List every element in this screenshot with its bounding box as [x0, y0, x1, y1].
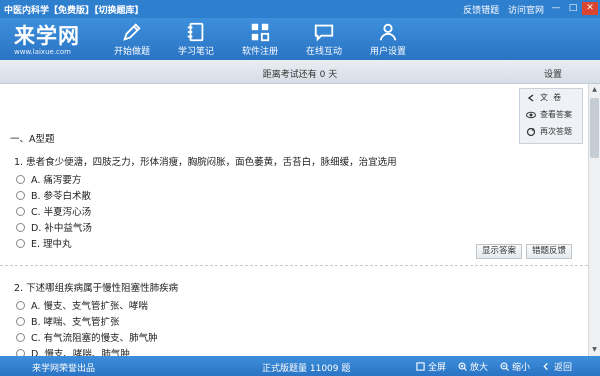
option-label: D. 补中益气汤: [31, 223, 92, 234]
question-stem: 1. 患者食少便溏，四肢乏力，形体消瘦，胸脘闷胀，面色萎黄，舌苔白，脉细缓，治宜…: [14, 157, 397, 168]
option-label: C. 半夏泻心汤: [31, 207, 92, 218]
chat-icon: [314, 24, 334, 42]
show-answer-button[interactable]: 显示答案: [475, 244, 522, 259]
radio-button[interactable]: [16, 348, 25, 356]
grid-icon: [251, 23, 270, 42]
logo: 来学网 www.laixue.com: [14, 20, 80, 56]
button-label: 放大: [469, 363, 488, 373]
radio-button[interactable]: [16, 190, 25, 200]
option-label: E. 理中丸: [31, 239, 72, 250]
option-c[interactable]: C. 有气流阻塞的慢支、肺气肿: [16, 329, 178, 345]
section-title: 一、A型题: [10, 134, 55, 145]
option-a[interactable]: A. 慢支、支气管扩张、哮喘: [16, 297, 178, 313]
button-label: 全屏: [427, 363, 446, 373]
button-label: 返回: [553, 363, 572, 373]
main-nav: 开始做题 学习笔记 软件注册 在线互动 用户设置: [100, 18, 420, 60]
return-icon: [527, 93, 534, 102]
retry-tool[interactable]: 再次答题: [520, 123, 582, 140]
feedback-error-link[interactable]: 反馈错题: [463, 6, 499, 16]
option-label: C. 有气流阻塞的慢支、肺气肿: [31, 333, 158, 344]
return-paper-tool[interactable]: 文 卷: [520, 89, 582, 106]
question-content: 一、A型题 1. 患者食少便溏，四肢乏力，形体消瘦，胸脘闷胀，面色萎黄，舌苔白，…: [0, 84, 588, 356]
option-b[interactable]: B. 参苓白术散: [16, 187, 397, 203]
option-e[interactable]: E. 理中丸: [16, 235, 397, 251]
nav-user-settings[interactable]: 用户设置: [356, 18, 420, 60]
radio-button[interactable]: [16, 174, 25, 184]
question-2: 2. 下述哪组疾病属于慢性阻塞性肺疾病 A. 慢支、支气管扩张、哮喘 B. 哮喘…: [14, 280, 178, 356]
maximize-button[interactable]: □: [565, 2, 581, 15]
radio-button[interactable]: [16, 316, 25, 326]
zoom-out-icon: [500, 362, 509, 371]
option-label: D. 慢支、哮喘、肺气肿: [31, 349, 130, 356]
scroll-up-icon[interactable]: ▲: [589, 84, 600, 96]
vendor-text: 来学网荣誉出品: [32, 364, 96, 374]
close-button[interactable]: ✕: [582, 2, 598, 15]
nav-label: 在线互动: [305, 47, 342, 57]
minimize-button[interactable]: —: [548, 2, 564, 15]
app-header: 来学网 www.laixue.com 开始做题 学习笔记 软件注册 在线互动 用…: [0, 18, 600, 60]
question-count: 正式版题量 11009 题: [262, 364, 351, 374]
bottom-controls: 全屏 放大 缩小 返回: [404, 360, 572, 373]
question-1: 1. 患者食少便溏，四肢乏力，形体消瘦，胸脘闷胀，面色萎黄，舌苔白，脉细缓，治宜…: [14, 154, 397, 251]
question-stem: 2. 下述哪组疾病属于慢性阻塞性肺疾病: [14, 283, 179, 294]
exam-countdown: 距离考试还有 0 天: [262, 70, 338, 80]
title-bar: 中医内科学【免费版】【切换题库】 反馈错题 访问官网 — □ ✕: [0, 0, 600, 18]
nav-start-practice[interactable]: 开始做题: [100, 18, 164, 60]
back-icon: [543, 362, 548, 371]
tool-label: 查看答案: [540, 110, 572, 119]
question-divider: [0, 265, 588, 266]
pencil-icon: [123, 23, 141, 41]
logo-text: 来学网: [14, 23, 80, 48]
button-label: 缩小: [511, 363, 530, 373]
option-d[interactable]: D. 补中益气汤: [16, 219, 397, 235]
status-strip: 距离考试还有 0 天 设置: [0, 60, 600, 84]
option-b[interactable]: B. 哮喘、支气管扩张: [16, 313, 178, 329]
vertical-scrollbar[interactable]: ▲ ▼: [588, 84, 600, 356]
bottom-bar: 来学网荣誉出品 正式版题量 11009 题 全屏 放大 缩小 返回: [0, 356, 600, 376]
title-links: 反馈错题 访问官网: [457, 3, 544, 16]
nav-register[interactable]: 软件注册: [228, 18, 292, 60]
fullscreen-icon: [416, 362, 425, 371]
logo-url: www.laixue.com: [14, 48, 71, 56]
notebook-icon: [187, 22, 204, 42]
radio-button[interactable]: [16, 206, 25, 216]
scroll-down-icon[interactable]: ▼: [589, 344, 600, 356]
zoom-out-button[interactable]: 缩小: [500, 360, 530, 373]
zoom-in-icon: [458, 362, 467, 371]
option-label: B. 参苓白术散: [31, 191, 92, 202]
user-icon: [379, 23, 397, 41]
option-c[interactable]: C. 半夏泻心汤: [16, 203, 397, 219]
option-label: B. 哮喘、支气管扩张: [31, 317, 120, 328]
question-1-actions: 显示答案 错题反馈: [472, 244, 572, 259]
scroll-thumb[interactable]: [590, 98, 599, 158]
nav-label: 学习笔记: [177, 47, 214, 57]
view-answer-tool[interactable]: 查看答案: [520, 106, 582, 123]
radio-button[interactable]: [16, 332, 25, 342]
eye-icon: [526, 111, 536, 118]
error-feedback-button[interactable]: 错题反馈: [525, 244, 572, 259]
option-d[interactable]: D. 慢支、哮喘、肺气肿: [16, 345, 178, 356]
tool-label: 文 卷: [540, 93, 562, 102]
tool-label: 再次答题: [540, 127, 572, 136]
window-title[interactable]: 中医内科学【免费版】【切换题库】: [4, 3, 144, 16]
radio-button[interactable]: [16, 300, 25, 310]
fullscreen-button[interactable]: 全屏: [416, 360, 446, 373]
nav-label: 用户设置: [369, 47, 406, 57]
visit-site-link[interactable]: 访问官网: [508, 6, 544, 16]
option-label: A. 痛泻要方: [31, 175, 82, 186]
nav-label: 开始做题: [113, 47, 150, 57]
nav-online-interaction[interactable]: 在线互动: [292, 18, 356, 60]
radio-button[interactable]: [16, 222, 25, 232]
zoom-in-button[interactable]: 放大: [458, 360, 488, 373]
side-tools-panel: 文 卷 查看答案 再次答题: [519, 88, 583, 144]
option-label: A. 慢支、支气管扩张、哮喘: [31, 301, 148, 312]
settings-link[interactable]: 设置: [544, 67, 562, 80]
refresh-icon: [526, 127, 536, 136]
back-button[interactable]: 返回: [542, 360, 572, 373]
nav-label: 软件注册: [241, 47, 278, 57]
nav-study-notes[interactable]: 学习笔记: [164, 18, 228, 60]
radio-button[interactable]: [16, 238, 25, 248]
window-controls: — □ ✕: [547, 2, 598, 15]
option-a[interactable]: A. 痛泻要方: [16, 171, 397, 187]
